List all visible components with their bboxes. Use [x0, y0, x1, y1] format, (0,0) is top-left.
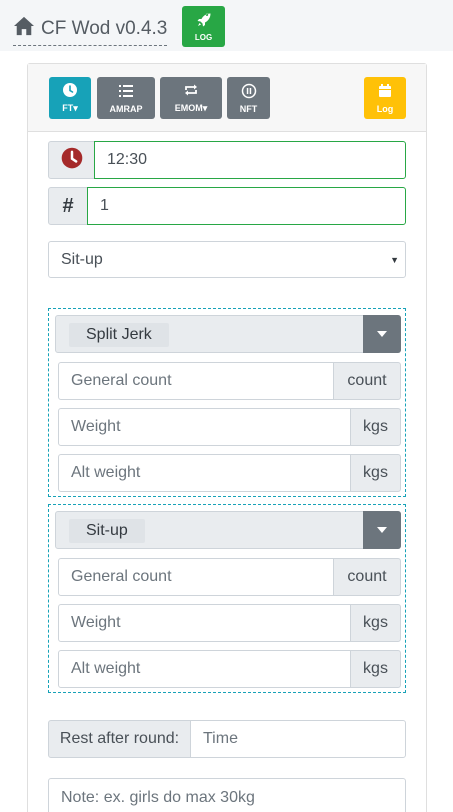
count-unit: count	[333, 558, 401, 596]
rest-time-placeholder: Time	[203, 730, 238, 747]
time-value: 12:30	[107, 151, 148, 168]
movement-select[interactable]: Sit-up	[55, 511, 401, 549]
mode-nft-label: NFT	[239, 103, 258, 114]
chevron-down-icon[interactable]	[363, 315, 401, 353]
list-icon	[118, 83, 134, 104]
app-title: CF Wod v0.4.3	[41, 17, 168, 39]
rounds-addon: #	[48, 187, 88, 225]
movement-group: Split Jerk General count count Weight kg…	[48, 308, 406, 497]
pause-icon	[241, 83, 257, 104]
mode-amrap-label: AMRAP	[109, 103, 143, 114]
log-button[interactable]: Log	[364, 77, 406, 119]
clock-icon	[62, 82, 78, 103]
count-row: General count count	[58, 558, 401, 596]
mode-ft-button[interactable]: FT▾	[49, 77, 91, 119]
chevron-down-icon[interactable]	[363, 511, 401, 549]
time-input[interactable]: 12:30	[94, 141, 406, 179]
chevron-down-icon: ▼	[390, 255, 399, 265]
rounds-input[interactable]: 1	[87, 187, 406, 225]
mode-ft-label: FT▾	[62, 103, 78, 113]
alt-weight-input[interactable]: Alt weight	[58, 454, 351, 492]
movement-name: Split Jerk	[69, 323, 169, 347]
note-placeholder: Note: ex. girls do max 30kg	[61, 789, 255, 806]
rest-time-input[interactable]: Time	[190, 720, 406, 758]
note-input[interactable]: Note: ex. girls do max 30kg	[48, 778, 406, 812]
weight-unit: kgs	[350, 604, 401, 642]
calendar-icon	[377, 83, 393, 104]
hash-icon: #	[62, 194, 74, 217]
top-log-button[interactable]: LOG	[182, 6, 225, 47]
rest-label: Rest after round:	[48, 720, 191, 758]
log-label: Log	[376, 103, 394, 114]
top-bar: CF Wod v0.4.3 LOG	[0, 0, 453, 51]
movement-group: Sit-up General count count Weight kgs Al…	[48, 504, 406, 693]
weight-input[interactable]: Weight	[58, 604, 351, 642]
count-unit: count	[333, 362, 401, 400]
weight-row: Weight kgs	[58, 604, 401, 642]
weight-row: Weight kgs	[58, 408, 401, 446]
weight-placeholder: Weight	[71, 614, 121, 631]
alt-weight-placeholder: Alt weight	[71, 464, 141, 481]
weight-input[interactable]: Weight	[58, 408, 351, 446]
alt-weight-input[interactable]: Alt weight	[58, 650, 351, 688]
app-brand-link[interactable]: CF Wod v0.4.3	[13, 14, 168, 46]
mode-emom-button[interactable]: EMOM▾	[160, 77, 222, 119]
alt-weight-row: Alt weight kgs	[58, 650, 401, 688]
mode-amrap-button[interactable]: AMRAP	[97, 77, 155, 119]
general-count-input[interactable]: General count	[58, 558, 334, 596]
home-icon	[13, 16, 35, 42]
mode-nft-button[interactable]: NFT	[227, 77, 270, 119]
movement-select[interactable]: Split Jerk	[55, 315, 401, 353]
alt-weight-placeholder: Alt weight	[71, 660, 141, 677]
clock-icon	[61, 147, 83, 174]
exercise-select-value: Sit-up	[61, 250, 103, 268]
alt-weight-row: Alt weight kgs	[58, 454, 401, 492]
general-count-placeholder: General count	[71, 372, 172, 389]
weight-placeholder: Weight	[71, 418, 121, 435]
alt-weight-unit: kgs	[350, 454, 401, 492]
time-addon	[48, 141, 95, 179]
mode-toolbar: FT▾ AMRAP EMOM▾ NFT Log	[28, 64, 426, 132]
count-row: General count count	[58, 362, 401, 400]
weight-unit: kgs	[350, 408, 401, 446]
rounds-value: 1	[100, 197, 109, 214]
mode-emom-label: EMOM▾	[174, 103, 208, 113]
general-count-placeholder: General count	[71, 568, 172, 585]
movement-name: Sit-up	[69, 519, 145, 543]
rocket-icon	[196, 12, 212, 33]
top-log-label: LOG	[194, 32, 213, 42]
repeat-icon	[183, 82, 199, 103]
exercise-select[interactable]: Sit-up ▼	[48, 241, 406, 278]
alt-weight-unit: kgs	[350, 650, 401, 688]
general-count-input[interactable]: General count	[58, 362, 334, 400]
